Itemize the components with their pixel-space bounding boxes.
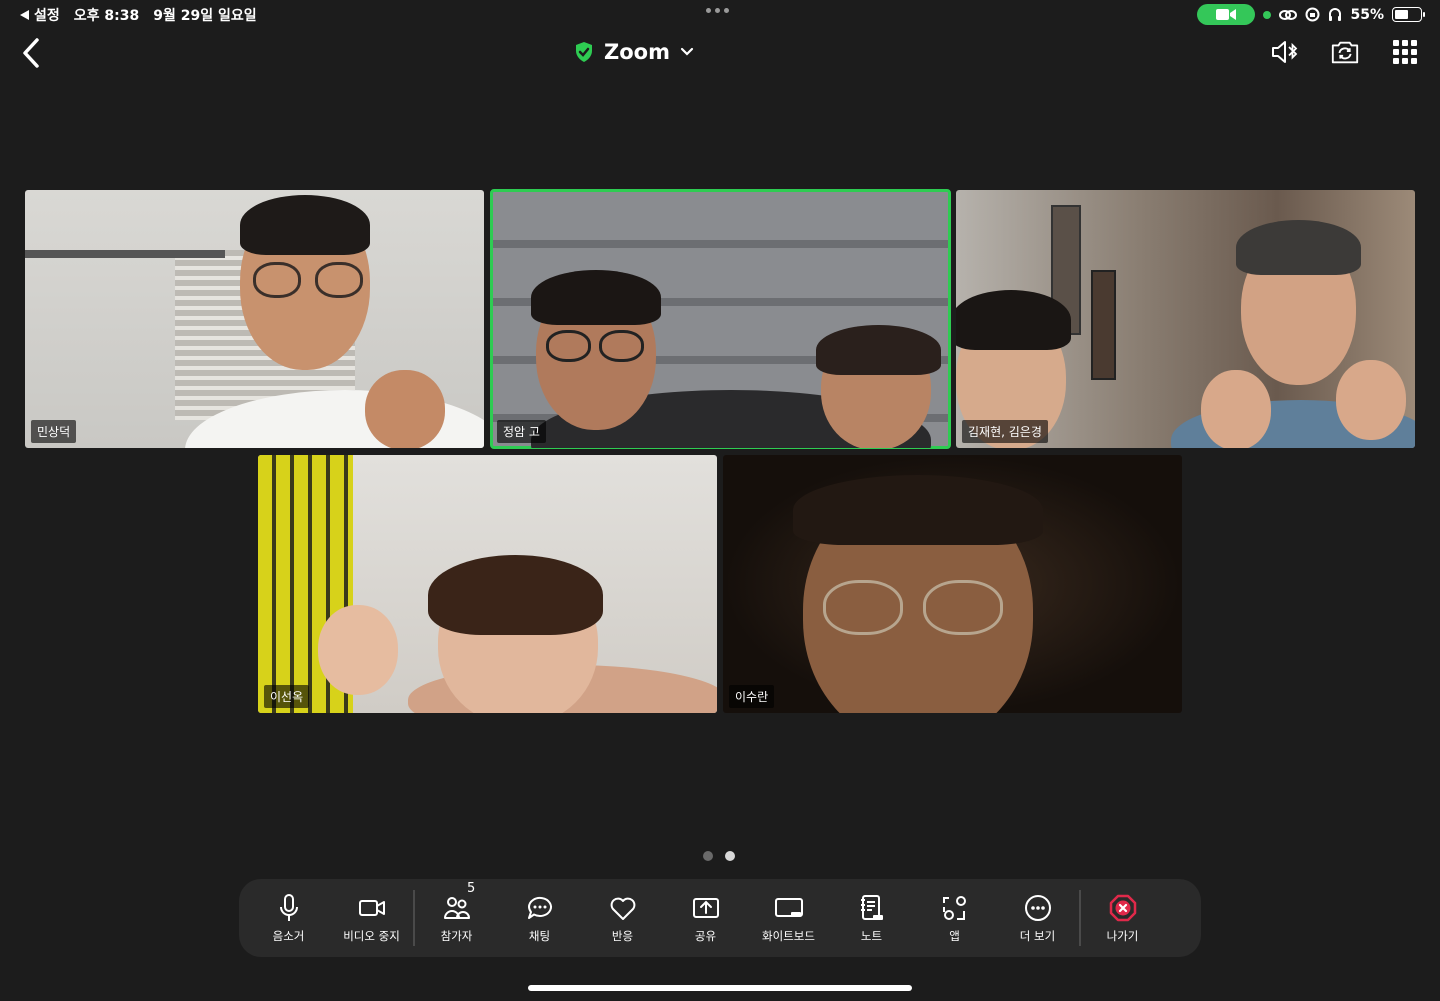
wall-frame: [1091, 270, 1116, 380]
person-hair: [793, 475, 1043, 545]
multitasking-dots-icon[interactable]: [706, 8, 729, 13]
stop-video-button[interactable]: 비디오 중지: [330, 893, 413, 944]
participants-count-badge: 5: [467, 880, 476, 896]
people-icon: [443, 896, 470, 919]
apps-label: 앱: [949, 928, 960, 943]
glasses: [546, 330, 591, 362]
person-hair: [428, 555, 603, 635]
glasses: [253, 262, 301, 298]
meeting-title-button[interactable]: Zoom: [574, 40, 694, 64]
reactions-button[interactable]: 반응: [581, 893, 664, 944]
home-indicator[interactable]: [528, 985, 912, 991]
mute-button[interactable]: 음소거: [247, 893, 330, 944]
person-hair: [1236, 220, 1361, 275]
share-upload-icon: [692, 897, 719, 918]
notes-button[interactable]: 노트: [830, 893, 913, 944]
shield-check-icon: [576, 42, 592, 62]
whiteboard-label: 화이트보드: [762, 928, 815, 943]
person-hair: [531, 270, 661, 325]
share-button[interactable]: 공유: [664, 893, 747, 944]
video-tile-3[interactable]: 김재현, 김은경: [956, 190, 1415, 448]
mic-active-dot: [1263, 10, 1272, 19]
battery-icon: [1392, 7, 1425, 22]
heart-icon: [610, 897, 635, 920]
participant-name: 이선옥: [264, 685, 310, 708]
person-hair: [240, 195, 370, 255]
status-bar: 설정 오후 8:38 9월 29일 일요일 55%: [0, 0, 1440, 28]
video-tile-5[interactable]: 이수란: [723, 455, 1182, 713]
notes-icon: [860, 894, 883, 920]
audio-output-button[interactable]: [1270, 36, 1300, 68]
page-dot[interactable]: [725, 851, 735, 861]
grid-icon: [1393, 40, 1417, 64]
back-triangle-icon: [20, 10, 29, 20]
hand: [1201, 370, 1271, 448]
more-options-icon: [1024, 894, 1051, 921]
participant-name: 정암 고: [497, 420, 546, 443]
whiteboard-icon: [774, 897, 803, 917]
participant-name: 김재현, 김은경: [962, 420, 1048, 443]
hand: [1336, 360, 1406, 440]
chevron-left-icon: [23, 38, 39, 68]
participant-name: 민상덕: [31, 420, 77, 443]
microphone-icon: [279, 893, 298, 921]
video-tile-2-active-speaker[interactable]: 정암 고: [490, 189, 951, 449]
battery-percent: 55%: [1350, 6, 1384, 23]
video-label: 비디오 중지: [343, 928, 400, 943]
orientation-lock-icon: [1305, 7, 1320, 22]
video-camera-icon: [1216, 9, 1237, 20]
notes-label: 노트: [860, 928, 883, 943]
camera-in-use-indicator: [1197, 4, 1256, 25]
speaker-bluetooth-icon: [1272, 41, 1298, 63]
gallery-view-button[interactable]: [1390, 36, 1420, 68]
leave-button[interactable]: 나가기: [1081, 893, 1164, 944]
chat-label: 채팅: [528, 928, 551, 943]
mute-label: 음소거: [272, 928, 305, 943]
video-tile-1[interactable]: 민상덕: [25, 190, 484, 448]
more-label: 더 보기: [1019, 928, 1056, 943]
status-time: 오후 8:38: [73, 8, 140, 24]
person-hair: [816, 325, 941, 375]
more-button[interactable]: 더 보기: [996, 893, 1079, 944]
meeting-toolbar: 음소거 비디오 중지 5 참가자 채팅 반응 공유 화이트보드 노트 앱 더 보…: [239, 879, 1201, 957]
participant-name: 이수란: [729, 685, 775, 708]
headphones-icon: [1329, 8, 1342, 21]
video-tile-4[interactable]: 이선옥: [258, 455, 717, 713]
chat-bubble-icon: [527, 896, 552, 919]
participants-label: 참가자: [440, 928, 473, 943]
back-to-app-link[interactable]: 설정: [20, 5, 60, 25]
link-icon: [1279, 9, 1298, 20]
participants-button[interactable]: 5 참가자: [415, 881, 498, 944]
leave-label: 나가기: [1106, 928, 1139, 943]
whiteboard-button[interactable]: 화이트보드: [747, 893, 830, 944]
reactions-label: 반응: [611, 928, 634, 943]
wall-trim: [25, 250, 225, 258]
apps-button[interactable]: 앱: [913, 893, 996, 944]
meeting-title: Zoom: [604, 40, 670, 64]
back-app-label: 설정: [34, 8, 60, 24]
page-indicator[interactable]: [703, 851, 735, 861]
share-label: 공유: [694, 928, 717, 943]
switch-camera-button[interactable]: [1330, 36, 1360, 68]
glasses: [315, 262, 363, 298]
glasses: [599, 330, 644, 362]
person-hair: [956, 290, 1071, 350]
camera-switch-icon: [1331, 41, 1359, 64]
back-button[interactable]: [18, 36, 46, 70]
chat-button[interactable]: 채팅: [498, 893, 581, 944]
apps-icon: [942, 895, 966, 920]
status-date: 9월 29일 일요일: [153, 8, 257, 24]
hand: [365, 370, 445, 448]
hand: [318, 605, 398, 695]
glasses: [923, 580, 1003, 635]
glasses: [823, 580, 903, 635]
chevron-down-icon: [680, 47, 694, 56]
page-dot[interactable]: [703, 851, 713, 861]
leave-x-icon: [1109, 894, 1136, 921]
video-camera-icon: [358, 899, 385, 916]
